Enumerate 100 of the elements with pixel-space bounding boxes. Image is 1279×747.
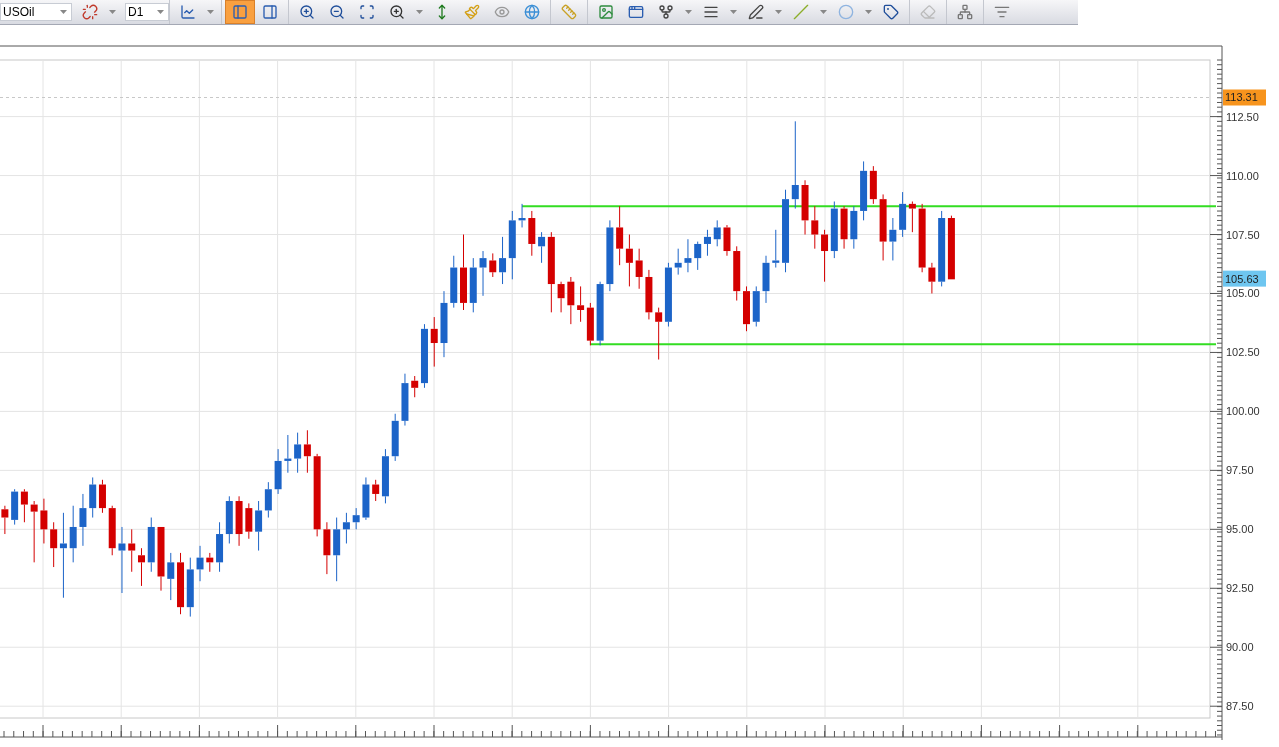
candlestick (743, 285, 750, 332)
candlestick (684, 238, 692, 273)
dropdown-arrow-icon[interactable] (109, 10, 116, 14)
candlestick (469, 257, 477, 313)
axis-label: 107.50 (1226, 228, 1260, 241)
overflow-menu-icon (994, 4, 1010, 20)
window-icon (628, 4, 644, 20)
zoom-icon (389, 4, 405, 20)
candlestick (723, 224, 731, 257)
candlestick (450, 255, 458, 309)
candlestick (186, 557, 194, 618)
lines-icon (703, 4, 719, 20)
candlestick (147, 517, 155, 573)
candlestick (752, 285, 760, 327)
dropdown-arrow-icon[interactable] (207, 10, 214, 14)
dropdown-arrow-icon[interactable] (685, 10, 692, 14)
panel-icon (232, 4, 248, 20)
candlestick (518, 203, 526, 228)
candlestick (245, 502, 253, 540)
candlestick (108, 505, 116, 556)
candlestick (772, 229, 780, 269)
axis-label: 110.00 (1226, 169, 1259, 182)
dropdown-arrow-icon[interactable] (820, 10, 827, 14)
candlestick (40, 498, 48, 544)
price-label: 113.31 (1225, 91, 1258, 104)
ellipse-icon (838, 4, 854, 20)
hierarchy-icon (957, 4, 973, 20)
candlestick (196, 545, 204, 582)
candlestick (401, 373, 409, 427)
candlestick (157, 526, 165, 592)
dropdown-arrow-icon[interactable] (775, 10, 782, 14)
axis-label: 105.00 (1226, 287, 1260, 300)
candlestick (274, 448, 282, 495)
candlestick (596, 281, 604, 346)
field-value: USOil (2, 4, 35, 21)
candlestick (177, 552, 184, 615)
zoom-frame-icon (359, 4, 375, 20)
candlestick (391, 413, 399, 462)
eraser-icon (920, 4, 936, 20)
line-chart-icon (180, 4, 196, 20)
image-icon (598, 4, 614, 20)
candlestick (167, 552, 175, 601)
candlestick (79, 493, 87, 547)
candlestick (635, 248, 643, 290)
candlestick (235, 495, 243, 547)
axis-label: 112.50 (1226, 110, 1259, 123)
candlestick (138, 547, 145, 587)
eye-icon (494, 4, 510, 20)
candlestick (479, 250, 487, 297)
candlestick (489, 252, 497, 278)
label-icon (883, 4, 899, 20)
axis-label: 95.00 (1226, 523, 1254, 536)
panel-icon (262, 4, 278, 20)
candlestick (879, 193, 887, 261)
dropdown-arrow-icon[interactable] (60, 10, 67, 14)
candlestick (674, 248, 682, 276)
axis-label: 100.00 (1226, 405, 1260, 418)
candlestick (801, 179, 809, 235)
ruler-icon (561, 4, 577, 20)
candlestick (69, 505, 77, 563)
candlestick (411, 375, 419, 398)
candlestick (567, 276, 575, 325)
pen-icon (748, 4, 764, 20)
dropdown-arrow-icon[interactable] (157, 10, 164, 14)
candlestick (430, 316, 438, 368)
fork-icon (658, 4, 674, 20)
candlestick (440, 290, 448, 358)
axis-label: 97.50 (1226, 464, 1254, 477)
candlestick (850, 205, 858, 250)
candlestick (645, 269, 653, 320)
candlestick (557, 281, 565, 313)
dropdown-arrow-icon[interactable] (416, 10, 423, 14)
candlestick (118, 526, 126, 594)
candlestick (352, 507, 360, 530)
dropdown-arrow-icon[interactable] (730, 10, 737, 14)
candlestick (733, 245, 741, 302)
candlestick (918, 203, 926, 273)
axis-label: 90.00 (1226, 641, 1254, 654)
horizontal-line[interactable] (521, 205, 1217, 208)
dropdown-field[interactable]: USOil (0, 3, 72, 21)
candlestick (421, 323, 428, 389)
dropdown-arrow-icon[interactable] (865, 10, 872, 14)
price-label: 105.63 (1225, 272, 1259, 285)
axis-label: 87.50 (1226, 700, 1254, 713)
zoom-in-icon (299, 4, 315, 20)
candlestick (840, 205, 848, 250)
candlestick (362, 476, 370, 521)
candlestick (528, 210, 536, 257)
candlestick (128, 528, 136, 573)
candlestick (1, 505, 9, 535)
globe-icon (524, 4, 540, 20)
candlestick (206, 552, 214, 573)
brush-icon (464, 4, 480, 20)
candlestick (713, 219, 721, 247)
candlestick (30, 500, 38, 563)
candlestick (762, 255, 770, 304)
candlestick (889, 217, 897, 261)
candlestick (323, 521, 331, 575)
dropdown-field[interactable]: D1 (125, 3, 169, 21)
zoom-out-icon (329, 4, 345, 20)
